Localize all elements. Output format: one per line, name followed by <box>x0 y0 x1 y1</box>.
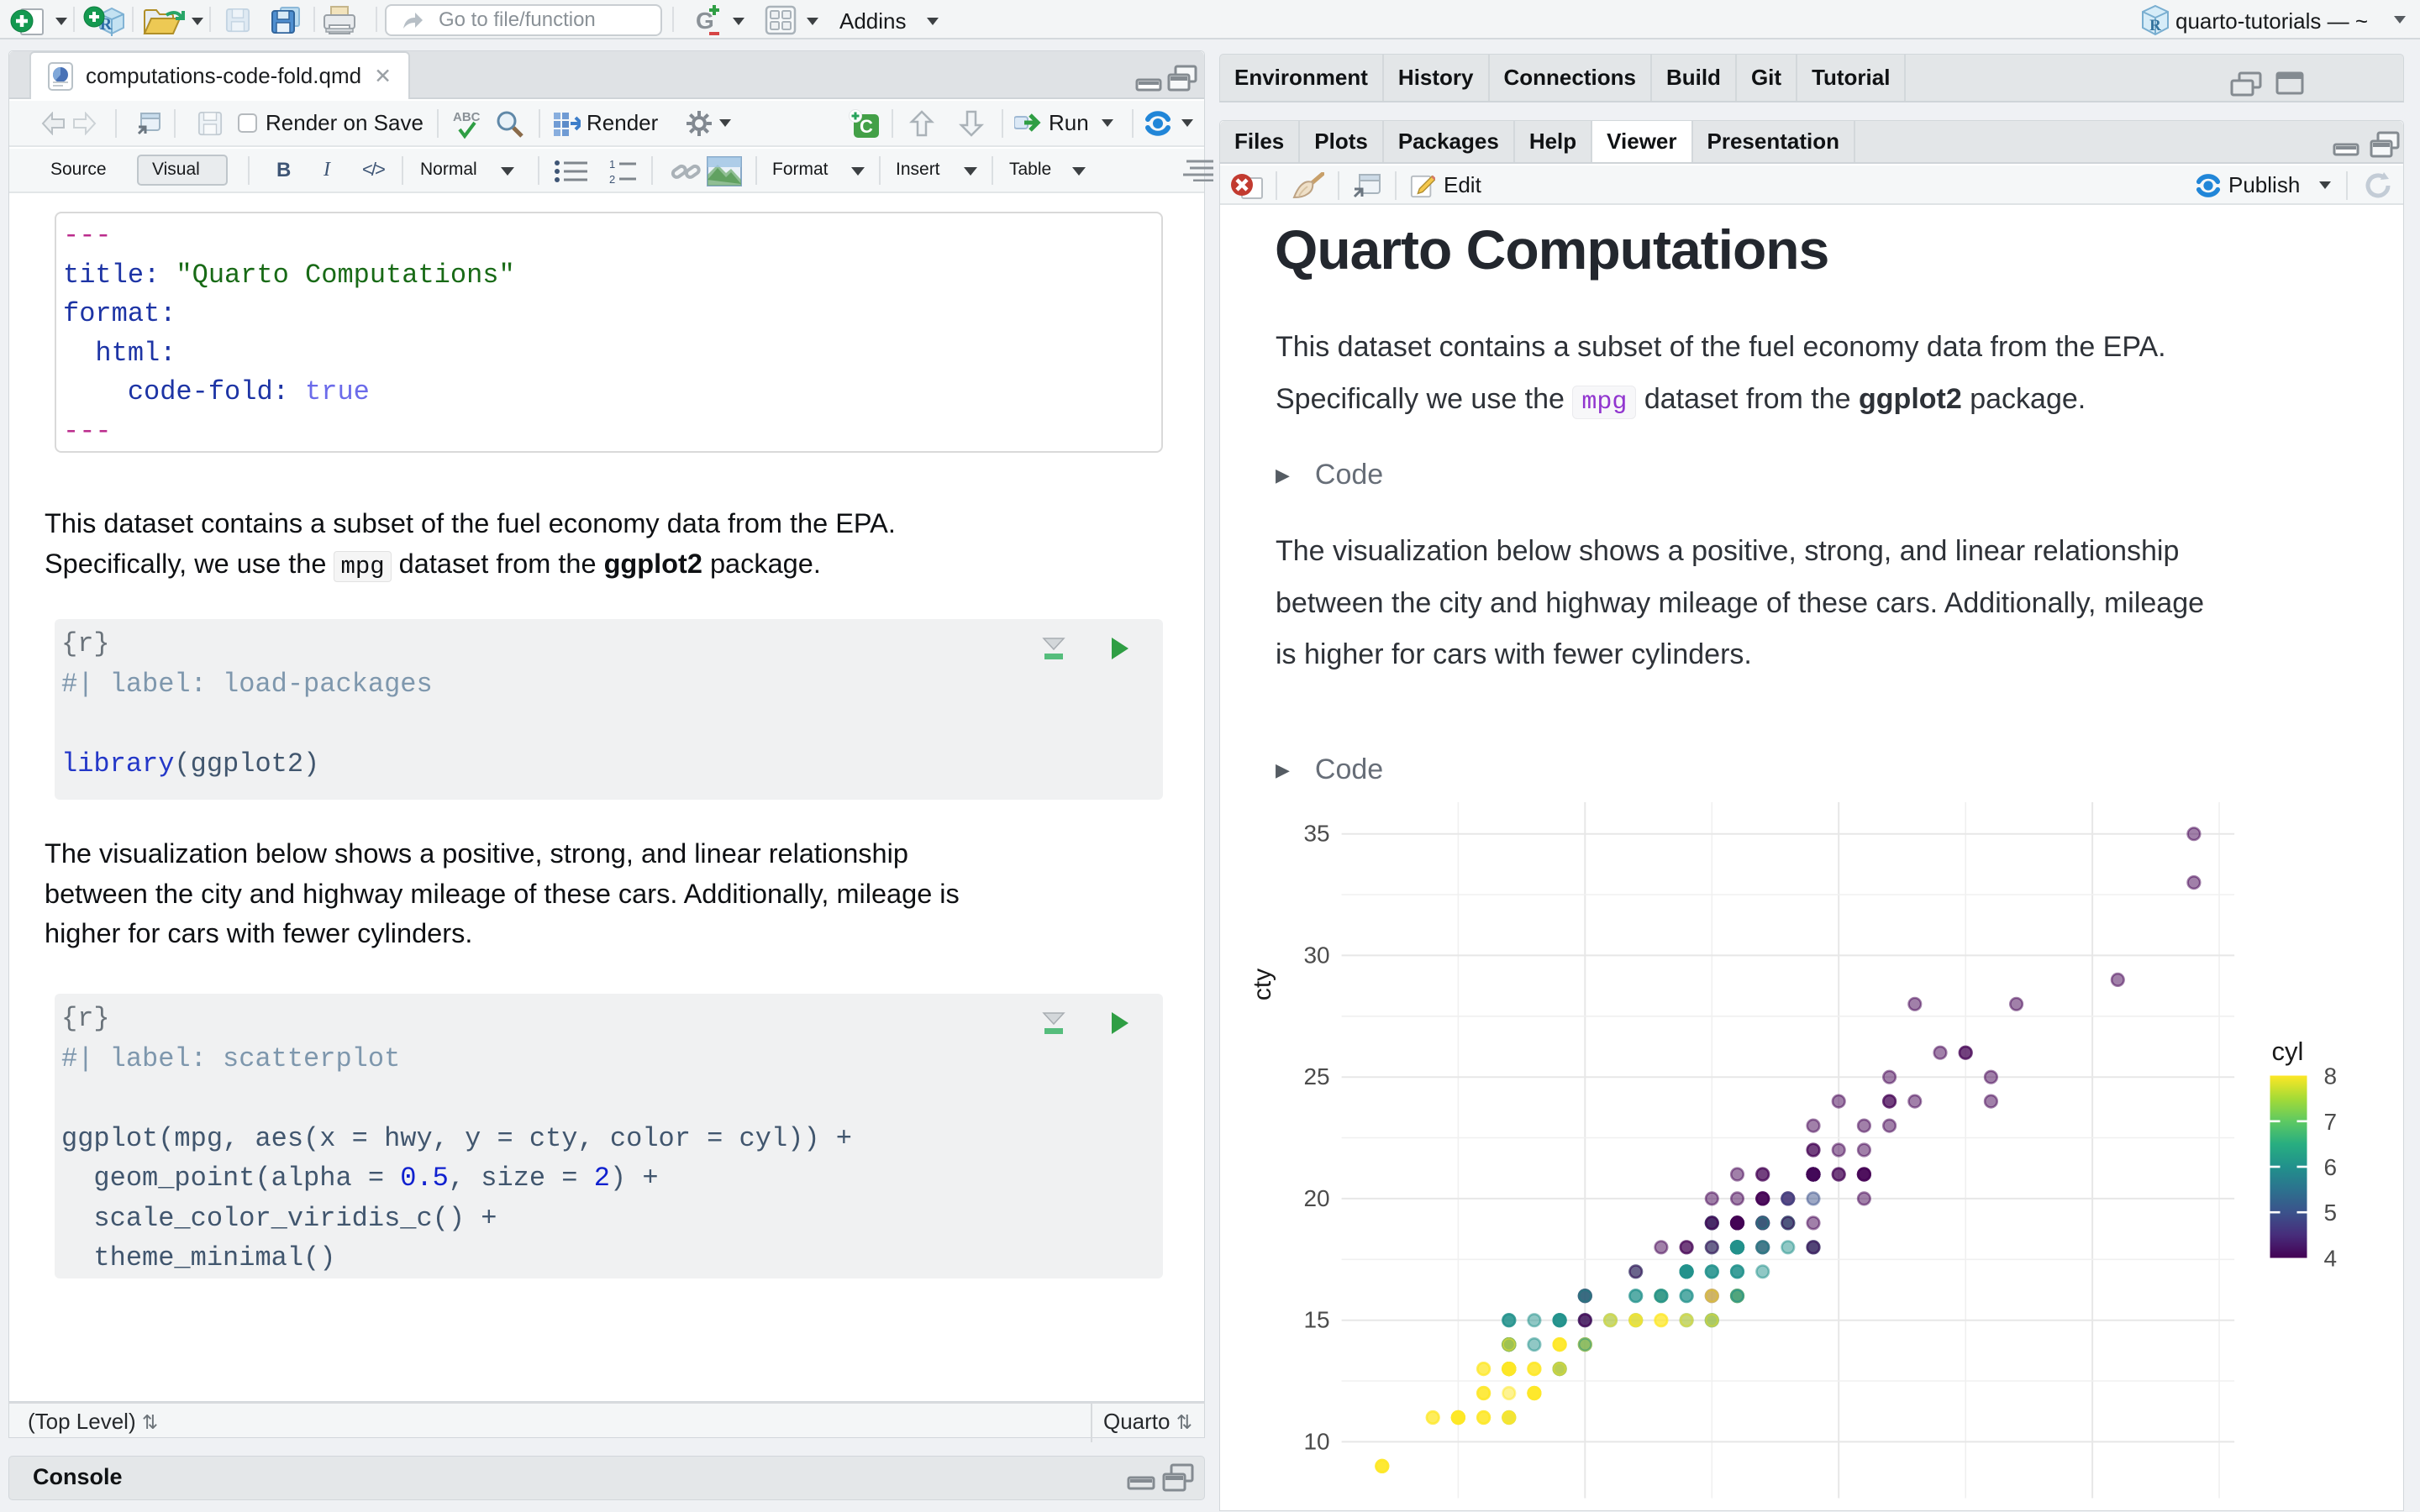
svg-text:5: 5 <box>2324 1200 2338 1226</box>
svg-text:cty: cty <box>1249 969 1276 1000</box>
svg-text:15: 15 <box>1303 1307 1329 1333</box>
svg-text:10: 10 <box>1303 1428 1329 1454</box>
svg-text:1: 1 <box>609 159 615 171</box>
svg-text:7: 7 <box>2324 1109 2338 1135</box>
svg-text:8: 8 <box>2324 1063 2338 1089</box>
svg-text:2: 2 <box>609 173 615 184</box>
svg-text:C: C <box>860 116 873 137</box>
svg-text:R: R <box>2149 17 2161 34</box>
svg-text:25: 25 <box>1303 1063 1329 1089</box>
svg-text:20: 20 <box>1303 1185 1329 1211</box>
svg-text:4: 4 <box>2324 1246 2338 1272</box>
svg-text:cyl: cyl <box>2272 1037 2304 1066</box>
svg-text:ABC: ABC <box>453 110 481 124</box>
svg-text:6: 6 <box>2324 1154 2338 1180</box>
svg-text:30: 30 <box>1303 942 1329 968</box>
svg-text:35: 35 <box>1303 821 1329 847</box>
